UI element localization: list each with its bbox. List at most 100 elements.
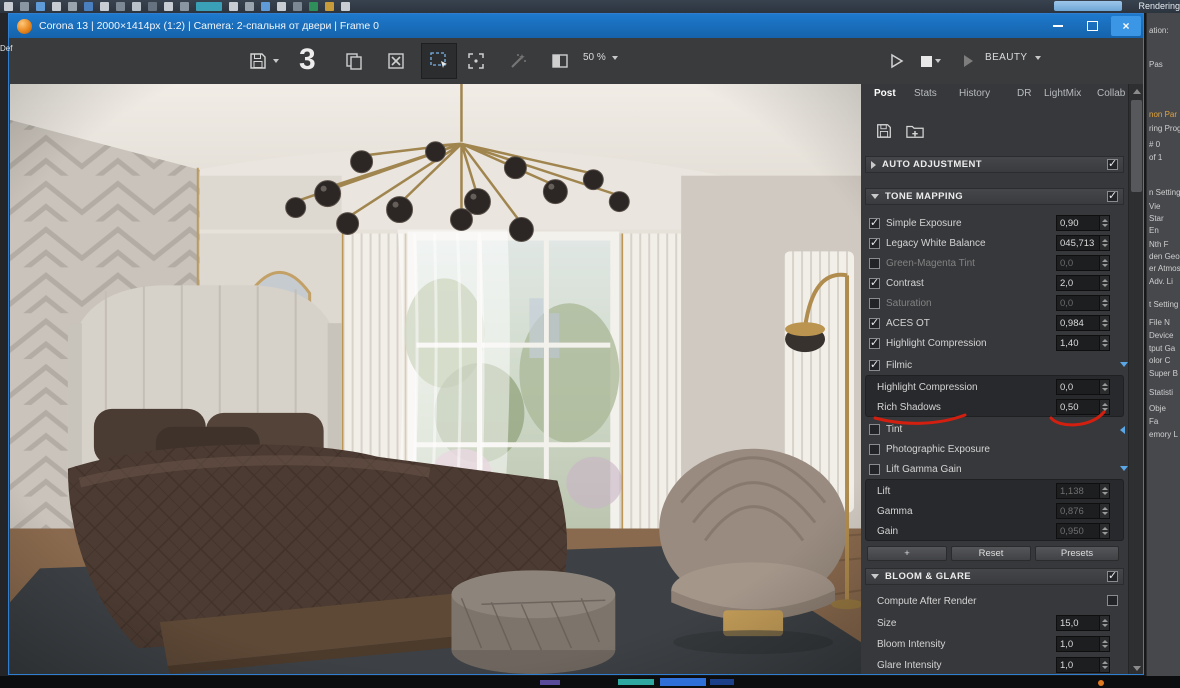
resume-render-button[interactable]: [957, 50, 979, 72]
value-field[interactable]: 0,0: [1056, 379, 1110, 395]
toolbar-icon[interactable]: [36, 2, 45, 11]
minimize-button[interactable]: [1043, 16, 1073, 36]
value-field[interactable]: 0,0: [1056, 255, 1110, 271]
checkbox[interactable]: [869, 424, 880, 435]
value-field[interactable]: 1,0: [1056, 657, 1110, 673]
checkbox[interactable]: [869, 338, 880, 349]
collapse-arrow-icon[interactable]: [871, 161, 876, 169]
section-bloom-glare[interactable]: BLOOM & GLARE: [865, 568, 1124, 585]
toolbar-icon[interactable]: [68, 2, 77, 11]
value-field[interactable]: 0,90: [1056, 215, 1110, 231]
bloom-glare-checkbox[interactable]: [1107, 571, 1118, 582]
expand-arrow-icon[interactable]: [1120, 362, 1128, 367]
checkbox[interactable]: [869, 238, 880, 249]
toolbar-icon[interactable]: [116, 2, 125, 11]
toolbar-icon[interactable]: [341, 2, 350, 11]
toolbar-icon[interactable]: [164, 2, 173, 11]
toolbar-icon[interactable]: [100, 2, 109, 11]
toolbar-icon[interactable]: [196, 2, 222, 11]
close-button[interactable]: ×: [1111, 16, 1141, 36]
tab-history[interactable]: History: [959, 88, 990, 104]
start-render-button[interactable]: [885, 50, 907, 72]
section-auto-adjustment[interactable]: AUTO ADJUSTMENT: [865, 156, 1124, 173]
presets-button[interactable]: Presets: [1035, 546, 1119, 561]
checkbox[interactable]: [869, 218, 880, 229]
collapse-arrow-icon[interactable]: [871, 194, 879, 199]
channel-select[interactable]: BEAUTY: [985, 52, 1041, 63]
spinner[interactable]: [1099, 658, 1109, 672]
toolbar-icon[interactable]: [52, 2, 61, 11]
toolbar-icon[interactable]: [261, 2, 270, 11]
load-settings-button[interactable]: [905, 122, 925, 140]
tab-stats[interactable]: Stats: [914, 88, 937, 104]
value-field[interactable]: 0,876: [1056, 503, 1110, 519]
copy-image-button[interactable]: [343, 50, 365, 72]
tab-lightmix[interactable]: LightMix: [1044, 88, 1081, 104]
save-image-button[interactable]: [247, 50, 269, 72]
spinner[interactable]: [1099, 380, 1109, 394]
value-field[interactable]: 1,138: [1056, 483, 1110, 499]
render-viewport[interactable]: [10, 84, 861, 674]
rendering-menu-label[interactable]: Rendering: [1138, 1, 1180, 11]
expand-arrow-icon[interactable]: [1120, 466, 1128, 471]
auto-adjustment-checkbox[interactable]: [1107, 159, 1118, 170]
toolbar-icon[interactable]: [20, 2, 29, 11]
tone-mapping-checkbox[interactable]: [1107, 191, 1118, 202]
denoise-wand-button[interactable]: [507, 50, 529, 72]
value-field[interactable]: 045,713: [1056, 235, 1110, 251]
reset-button[interactable]: Reset: [951, 546, 1031, 561]
spinner[interactable]: [1099, 216, 1109, 230]
value-field[interactable]: 0,50: [1056, 399, 1110, 415]
tab-post[interactable]: Post: [874, 88, 896, 104]
value-field[interactable]: 15,0: [1056, 615, 1110, 631]
toolbar-icon[interactable]: [180, 2, 189, 11]
section-tone-mapping[interactable]: TONE MAPPING: [865, 188, 1124, 205]
toolbar-icon[interactable]: [84, 2, 93, 11]
spinner[interactable]: [1099, 336, 1109, 350]
tab-dr[interactable]: DR: [1017, 88, 1031, 104]
value-field[interactable]: 1,0: [1056, 636, 1110, 652]
checkbox[interactable]: [869, 360, 880, 371]
value-field[interactable]: 1,40: [1056, 335, 1110, 351]
maximize-button[interactable]: [1077, 16, 1107, 36]
collapse-arrow-icon[interactable]: [1120, 426, 1125, 434]
toolbar-icon[interactable]: [132, 2, 141, 11]
collapse-arrow-icon[interactable]: [871, 574, 879, 579]
spinner[interactable]: [1099, 637, 1109, 651]
spinner[interactable]: [1099, 256, 1109, 270]
spinner[interactable]: [1099, 524, 1109, 538]
spinner[interactable]: [1099, 504, 1109, 518]
stop-dropdown[interactable]: [933, 50, 943, 72]
ab-compare-button[interactable]: [549, 50, 571, 72]
toolbar-icon[interactable]: [148, 2, 157, 11]
spinner[interactable]: [1099, 616, 1109, 630]
spinner[interactable]: [1099, 296, 1109, 310]
toolbar-icon[interactable]: [325, 2, 334, 11]
save-dropdown[interactable]: [271, 50, 281, 72]
checkbox[interactable]: [869, 444, 880, 455]
value-field[interactable]: 0,0: [1056, 295, 1110, 311]
clear-image-button[interactable]: [385, 50, 407, 72]
scroll-down-icon[interactable]: [1133, 666, 1141, 671]
value-field[interactable]: 0,984: [1056, 315, 1110, 331]
spinner[interactable]: [1099, 276, 1109, 290]
toolbar-icon[interactable]: [293, 2, 302, 11]
checkbox[interactable]: [869, 464, 880, 475]
checkbox[interactable]: [869, 318, 880, 329]
spinner[interactable]: [1099, 316, 1109, 330]
toolbar-icon[interactable]: [277, 2, 286, 11]
full-region-button[interactable]: [465, 50, 487, 72]
spinner[interactable]: [1099, 484, 1109, 498]
toolbar-icon[interactable]: [229, 2, 238, 11]
toolbar-icon[interactable]: [309, 2, 318, 11]
checkbox[interactable]: [869, 298, 880, 309]
language-box[interactable]: [1054, 1, 1122, 11]
zoom-select[interactable]: 50 %: [583, 52, 618, 63]
add-operator-button[interactable]: +: [867, 546, 947, 561]
panel-scrollbar[interactable]: [1128, 84, 1144, 675]
spinner[interactable]: [1099, 236, 1109, 250]
checkbox[interactable]: [869, 258, 880, 269]
checkbox[interactable]: [869, 278, 880, 289]
scrollbar-thumb[interactable]: [1131, 100, 1142, 192]
save-settings-button[interactable]: [875, 122, 895, 140]
